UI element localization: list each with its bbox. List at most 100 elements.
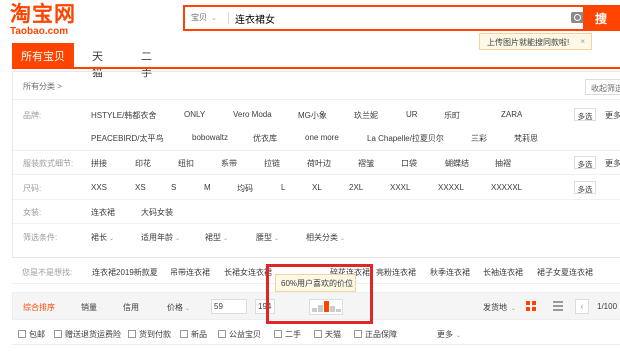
collapse-filter-button[interactable]: 收起筛选 [585, 79, 620, 95]
checkbox-icon [128, 330, 136, 338]
sort-sales[interactable]: 销量 [81, 302, 97, 313]
style-option[interactable]: 荷叶边 [307, 158, 331, 169]
style-option[interactable]: 抽褶 [495, 158, 511, 169]
condition-label: 腰型 [256, 233, 272, 242]
more-options-dropdown[interactable]: 更多 ⌄ [437, 329, 461, 340]
suggestion-link[interactable]: 秋季连衣裙 [430, 267, 470, 278]
women-option[interactable]: 大码女装 [141, 207, 173, 218]
size-option[interactable]: S [171, 183, 176, 192]
search-type-select[interactable]: 宝贝 ⌄ [191, 12, 217, 23]
size-option[interactable]: M [204, 183, 211, 192]
brand-option[interactable]: ONLY [184, 110, 205, 119]
style-option[interactable]: 纽扣 [178, 158, 194, 169]
chevron-down-icon: ⌄ [456, 333, 462, 339]
close-icon[interactable]: × [580, 37, 585, 46]
checkbox-cash-on-delivery[interactable]: 货到付款 [128, 329, 171, 340]
brand-option[interactable]: UR [406, 110, 418, 119]
condition-label: 裙型 [205, 233, 221, 242]
all-categories-link[interactable]: 所有分类 > [23, 81, 62, 92]
style-option[interactable]: 系带 [221, 158, 237, 169]
page-indicator: 1/100 [597, 302, 618, 311]
women-option[interactable]: 连衣裙 [91, 207, 115, 218]
brand-option[interactable]: 乐町 [444, 110, 460, 121]
style-option[interactable]: 褶皱 [358, 158, 374, 169]
size-option[interactable]: XXXXXL [491, 183, 522, 192]
sort-default[interactable]: 综合排序 [23, 302, 55, 313]
multi-select-button[interactable]: 多选 [574, 156, 596, 169]
brand-option[interactable]: ZARA [501, 110, 522, 119]
taobao-logo[interactable]: 淘宝网 Taobao.com [10, 2, 85, 37]
suggestion-link[interactable]: 亮粉连衣裙 [376, 267, 416, 278]
checkbox-genuine[interactable]: 正品保障 [354, 329, 397, 340]
filter-row-style-detail: 服装款式细节: 拼接 印花 纽扣 系带 拉链 荷叶边 褶皱 口袋 蝴蝶结 抽褶 … [13, 151, 620, 175]
tab-all-items[interactable]: 所有宝贝 [12, 43, 74, 67]
style-option[interactable]: 拉链 [264, 158, 280, 169]
style-option[interactable]: 印花 [135, 158, 151, 169]
suggestion-link[interactable]: 吊带连衣裙 [170, 267, 210, 278]
style-option[interactable]: 拼接 [91, 158, 107, 169]
chevron-down-icon: ⌄ [274, 236, 280, 242]
checkbox-free-shipping[interactable]: 包邮 [18, 329, 45, 340]
size-option[interactable]: L [281, 183, 285, 192]
checkbox-label: 包邮 [29, 330, 45, 339]
brand-option[interactable]: MG小象 [298, 110, 327, 121]
size-option[interactable]: 均码 [237, 183, 253, 194]
condition-dropdown[interactable]: 裙型 ⌄ [205, 232, 228, 243]
brand-option[interactable]: HSTYLE/韩都衣舍 [91, 110, 156, 121]
condition-dropdown[interactable]: 相关分类 ⌄ [306, 232, 345, 243]
chevron-down-icon: ⌄ [511, 306, 517, 312]
checkbox-second-hand[interactable]: 二手 [274, 329, 301, 340]
suggestion-link[interactable]: 连衣裙2019新款夏 [92, 267, 158, 278]
size-option[interactable]: XL [312, 183, 322, 192]
price-min-input[interactable]: 59 [211, 299, 247, 314]
multi-select-button[interactable]: 多选 [574, 108, 596, 121]
sort-credit[interactable]: 信用 [123, 302, 139, 313]
filter-row-size: 尺码: XXS XS S M 均码 L XL 2XL XXXL XXXXL XX… [13, 175, 620, 200]
size-option[interactable]: XXS [91, 183, 107, 192]
prev-page-button[interactable]: ‹ [575, 299, 589, 314]
more-button[interactable]: 更多 [605, 158, 620, 169]
condition-dropdown[interactable]: 适用年龄 ⌄ [141, 232, 180, 243]
brand-option[interactable]: 优衣库 [253, 133, 277, 144]
brand-option[interactable]: La Chapelle/拉夏贝尔 [367, 133, 444, 144]
search-input[interactable] [235, 9, 565, 27]
multi-select-button[interactable]: 多选 [574, 181, 596, 194]
size-option[interactable]: XXXXL [438, 183, 464, 192]
grid-view-icon[interactable] [526, 301, 537, 312]
checkbox-return-insurance[interactable]: 赠送退货运费险 [54, 329, 121, 340]
filter-row-all: 所有分类 > 收起筛选 [13, 72, 620, 100]
brand-option[interactable]: PEACEBIRD/太平鸟 [91, 133, 163, 144]
suggestion-link[interactable]: 裙子女夏连衣裙 [537, 267, 593, 278]
tab-second-hand[interactable]: 二手 [141, 43, 152, 79]
condition-dropdown[interactable]: 裙长 ⌄ [91, 232, 114, 243]
divider [12, 344, 620, 345]
brand-option[interactable]: one more [305, 133, 339, 142]
more-button[interactable]: 更多 [605, 110, 620, 121]
style-option[interactable]: 蝴蝶结 [445, 158, 469, 169]
search-button[interactable]: 搜 [583, 5, 620, 31]
ship-from-dropdown[interactable]: 发货地 ⌄ [483, 302, 516, 313]
suggestion-link[interactable]: 长袖连衣裙 [483, 267, 523, 278]
sort-price[interactable]: 价格 ⌄ [167, 302, 190, 313]
checkbox-charity[interactable]: 公益宝贝 [218, 329, 261, 340]
checkbox-icon [314, 330, 322, 338]
brand-option[interactable]: 玖兰妮 [354, 110, 378, 121]
size-option[interactable]: 2XL [349, 183, 363, 192]
checkbox-new[interactable]: 新品 [180, 329, 207, 340]
checkbox-label: 新品 [191, 330, 207, 339]
size-option[interactable]: XXXL [390, 183, 410, 192]
brand-option[interactable]: 梵莉思 [514, 133, 538, 144]
size-option[interactable]: XS [135, 183, 146, 192]
condition-dropdown[interactable]: 腰型 ⌄ [256, 232, 279, 243]
checkbox-tmall[interactable]: 天猫 [314, 329, 341, 340]
brand-option[interactable]: Vero Moda [233, 110, 272, 119]
filter-label-women: 女装: [23, 208, 42, 217]
tab-tmall[interactable]: 天猫 [92, 43, 103, 79]
style-option[interactable]: 口袋 [401, 158, 417, 169]
checkbox-icon [180, 330, 188, 338]
brand-option[interactable]: bobowaltz [192, 133, 228, 142]
brand-option[interactable]: 三彩 [471, 133, 487, 144]
suggestion-link[interactable]: 长裙女连衣裙 [224, 267, 272, 278]
more-options-label: 更多 [437, 330, 453, 339]
list-view-icon[interactable] [553, 301, 563, 311]
